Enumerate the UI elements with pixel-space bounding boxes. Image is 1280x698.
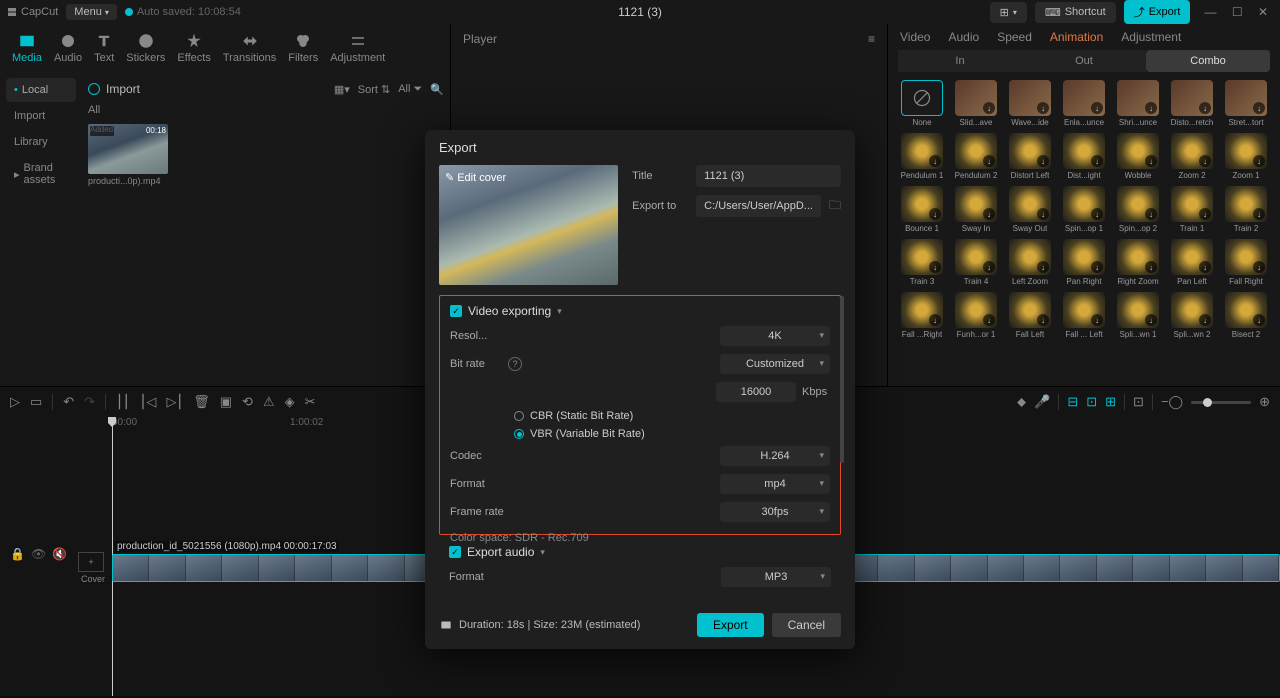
exportto-label: Export to bbox=[632, 200, 688, 212]
cancel-button[interactable]: Cancel bbox=[772, 613, 841, 637]
resolution-select[interactable]: 4K bbox=[720, 326, 830, 346]
bitrate-select[interactable]: Customized bbox=[720, 354, 830, 374]
export-confirm-button[interactable]: Export bbox=[697, 613, 764, 637]
duration-info: Duration: 18s | Size: 23M (estimated) bbox=[439, 618, 640, 632]
audio-format-label: Format bbox=[449, 571, 507, 583]
modal-overlay: Export ✎ Edit cover Title 1121 (3) Expor… bbox=[0, 0, 1280, 698]
audio-format-select[interactable]: MP3 bbox=[721, 567, 831, 587]
video-exporting-header: ✓ Video exporting ▾ bbox=[450, 304, 830, 318]
browse-folder-icon[interactable]: 🗀 bbox=[829, 196, 841, 217]
color-space-info: Color space: SDR - Rec.709 bbox=[450, 530, 830, 546]
title-label: Title bbox=[632, 170, 688, 182]
edit-cover-button[interactable]: ✎ Edit cover bbox=[445, 171, 506, 184]
title-input[interactable]: 1121 (3) bbox=[696, 165, 841, 187]
bitrate-help-icon[interactable]: ? bbox=[508, 357, 522, 371]
audio-export-checkbox[interactable]: ✓ bbox=[449, 546, 461, 558]
exportto-input[interactable]: C:/Users/User/AppD... bbox=[696, 195, 821, 217]
export-dialog: Export ✎ Edit cover Title 1121 (3) Expor… bbox=[425, 130, 855, 649]
vbr-radio[interactable] bbox=[514, 429, 524, 439]
format-select[interactable]: mp4 bbox=[720, 474, 830, 494]
audio-export-header: ✓ Export audio ▾ bbox=[449, 545, 831, 559]
framerate-select[interactable]: 30fps bbox=[720, 502, 830, 522]
codec-label: Codec bbox=[450, 450, 508, 462]
bitrate-value-input[interactable]: 16000 bbox=[716, 382, 796, 402]
resolution-label: Resol... bbox=[450, 330, 508, 342]
vbr-radio-row[interactable]: VBR (Variable Bit Rate) bbox=[450, 428, 830, 440]
video-exporting-checkbox[interactable]: ✓ bbox=[450, 305, 462, 317]
framerate-label: Frame rate bbox=[450, 506, 508, 518]
video-export-settings: ✓ Video exporting ▾ Resol... 4K Bit rate… bbox=[439, 295, 841, 535]
codec-select[interactable]: H.264 bbox=[720, 446, 830, 466]
cover-preview: ✎ Edit cover bbox=[439, 165, 618, 285]
bitrate-unit: Kbps bbox=[802, 386, 830, 398]
cbr-radio-row[interactable]: CBR (Static Bit Rate) bbox=[450, 410, 830, 422]
cbr-radio[interactable] bbox=[514, 411, 524, 421]
dialog-title: Export bbox=[425, 130, 855, 165]
format-label: Format bbox=[450, 478, 508, 490]
bitrate-label: Bit rate bbox=[450, 358, 508, 370]
